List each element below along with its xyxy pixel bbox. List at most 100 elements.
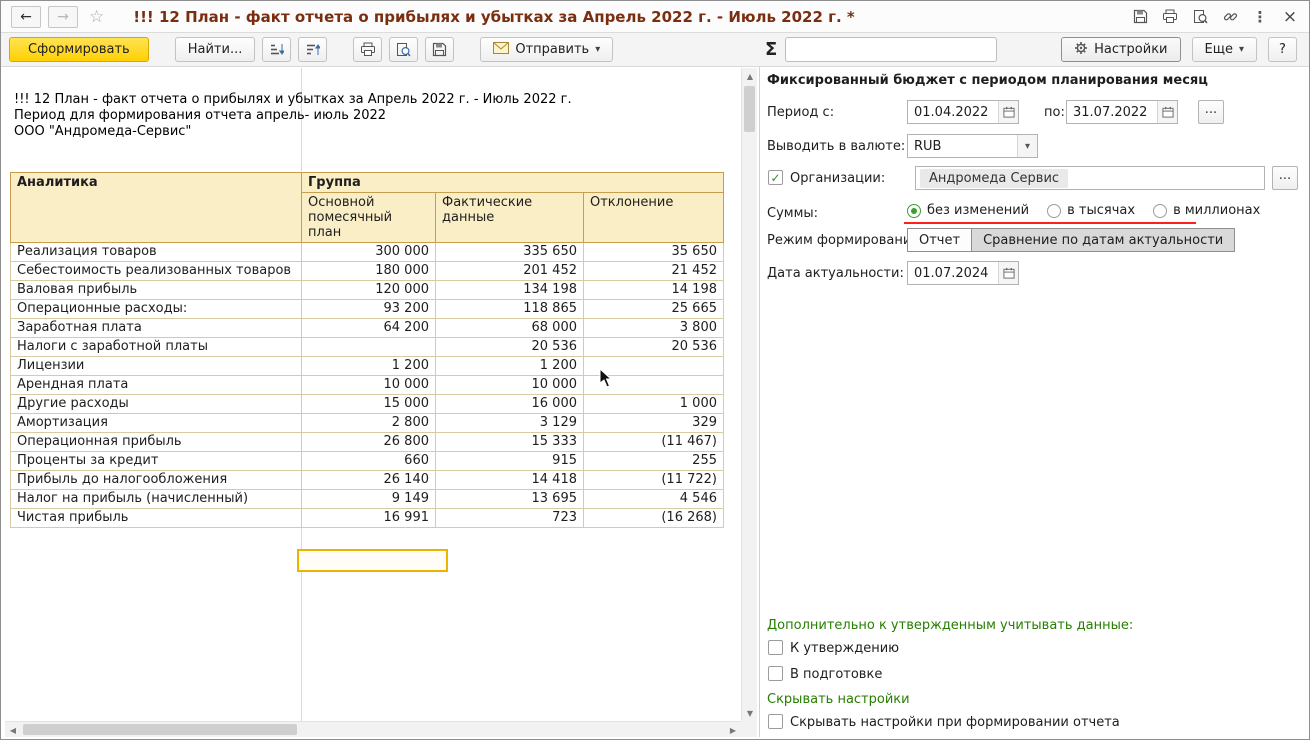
table-row[interactable]: Себестоимость реализованных товаров180 0… bbox=[11, 262, 724, 281]
help-button[interactable]: ? bbox=[1268, 37, 1297, 62]
cell-fact[interactable]: 20 536 bbox=[436, 338, 584, 357]
period-more-button[interactable]: ... bbox=[1198, 100, 1224, 124]
scroll-left-icon[interactable]: ◀ bbox=[5, 722, 21, 738]
organizations-checkbox[interactable] bbox=[768, 170, 783, 185]
approve-checkbox[interactable] bbox=[768, 640, 783, 655]
cell-fact[interactable]: 201 452 bbox=[436, 262, 584, 281]
generate-button[interactable]: Сформировать bbox=[9, 37, 149, 62]
radio-millions-label[interactable]: в миллионах bbox=[1173, 203, 1260, 218]
print-button[interactable] bbox=[353, 37, 382, 62]
cell-analytics[interactable]: Налог на прибыль (начисленный) bbox=[11, 490, 302, 509]
cell-fact[interactable]: 134 198 bbox=[436, 281, 584, 300]
radio-millions[interactable] bbox=[1153, 204, 1167, 218]
cell-fact[interactable]: 915 bbox=[436, 452, 584, 471]
header-analytics[interactable]: Аналитика bbox=[11, 173, 302, 243]
table-row[interactable]: Заработная плата64 20068 0003 800 bbox=[11, 319, 724, 338]
cell-analytics[interactable]: Операционные расходы: bbox=[11, 300, 302, 319]
cell-deviation[interactable]: 25 665 bbox=[584, 300, 724, 319]
table-row[interactable]: Проценты за кредит660915255 bbox=[11, 452, 724, 471]
hide-settings-label[interactable]: Скрывать настройки при формировании отче… bbox=[790, 715, 1120, 730]
cell-analytics[interactable]: Реализация товаров bbox=[11, 243, 302, 262]
actual-date-field[interactable]: 01.07.2024 bbox=[907, 261, 1019, 285]
radio-no-change[interactable] bbox=[907, 204, 921, 218]
cell-plan[interactable]: 180 000 bbox=[302, 262, 436, 281]
header-group[interactable]: Группа bbox=[302, 173, 724, 193]
cell-fact[interactable]: 118 865 bbox=[436, 300, 584, 319]
radio-thousands-label[interactable]: в тысячах bbox=[1067, 203, 1135, 218]
cell-deviation[interactable]: 35 650 bbox=[584, 243, 724, 262]
header-fact[interactable]: Фактические данные bbox=[436, 193, 584, 243]
approve-label[interactable]: К утверждению bbox=[790, 641, 899, 656]
header-plan[interactable]: Основной помесячный план bbox=[302, 193, 436, 243]
cell-analytics[interactable]: Заработная плата bbox=[11, 319, 302, 338]
cell-fact[interactable]: 16 000 bbox=[436, 395, 584, 414]
print-icon[interactable] bbox=[1161, 8, 1179, 26]
preview-icon[interactable] bbox=[1191, 8, 1209, 26]
cell-analytics[interactable]: Арендная плата bbox=[11, 376, 302, 395]
horizontal-scroll-thumb[interactable] bbox=[23, 724, 297, 735]
settings-button[interactable]: Настройки bbox=[1061, 37, 1180, 62]
cell-plan[interactable] bbox=[302, 338, 436, 357]
period-to-field[interactable]: 31.07.2022 bbox=[1066, 100, 1178, 124]
favorite-star-icon[interactable]: ☆ bbox=[89, 7, 104, 27]
cell-analytics[interactable]: Валовая прибыль bbox=[11, 281, 302, 300]
cell-plan[interactable]: 26 140 bbox=[302, 471, 436, 490]
spreadsheet-area[interactable]: !!! 12 План - факт отчета о прибылях и у… bbox=[5, 68, 741, 721]
cell-plan[interactable]: 120 000 bbox=[302, 281, 436, 300]
table-row[interactable]: Операционная прибыль26 80015 333(11 467) bbox=[11, 433, 724, 452]
calendar-icon[interactable] bbox=[1157, 101, 1177, 123]
cell-analytics[interactable]: Прибыль до налогообложения bbox=[11, 471, 302, 490]
table-row[interactable]: Другие расходы15 00016 0001 000 bbox=[11, 395, 724, 414]
cell-fact[interactable]: 335 650 bbox=[436, 243, 584, 262]
cell-deviation[interactable]: 3 800 bbox=[584, 319, 724, 338]
table-row[interactable]: Прибыль до налогообложения26 14014 418(1… bbox=[11, 471, 724, 490]
cell-plan[interactable]: 660 bbox=[302, 452, 436, 471]
send-button[interactable]: Отправить ▾ bbox=[480, 37, 613, 62]
print-preview-button[interactable] bbox=[389, 37, 418, 62]
save-icon[interactable] bbox=[1131, 8, 1149, 26]
organizations-field[interactable]: Андромеда Сервис bbox=[915, 166, 1265, 190]
back-button[interactable]: ← bbox=[11, 6, 41, 28]
cell-deviation[interactable]: 14 198 bbox=[584, 281, 724, 300]
cell-deviation[interactable]: 1 000 bbox=[584, 395, 724, 414]
save-file-button[interactable] bbox=[425, 37, 454, 62]
draft-checkbox[interactable] bbox=[768, 666, 783, 681]
cell-analytics[interactable]: Лицензии bbox=[11, 357, 302, 376]
cell-plan[interactable]: 93 200 bbox=[302, 300, 436, 319]
cell-deviation[interactable]: 4 546 bbox=[584, 490, 724, 509]
vertical-scroll-thumb[interactable] bbox=[744, 86, 755, 132]
cell-plan[interactable]: 1 200 bbox=[302, 357, 436, 376]
cell-plan[interactable]: 300 000 bbox=[302, 243, 436, 262]
cell-plan[interactable]: 26 800 bbox=[302, 433, 436, 452]
cell-fact[interactable]: 14 418 bbox=[436, 471, 584, 490]
more-button[interactable]: Еще ▾ bbox=[1192, 37, 1258, 62]
cell-plan[interactable]: 64 200 bbox=[302, 319, 436, 338]
link-icon[interactable] bbox=[1221, 8, 1239, 26]
cell-fact[interactable]: 723 bbox=[436, 509, 584, 528]
table-row[interactable]: Чистая прибыль16 991723(16 268) bbox=[11, 509, 724, 528]
hide-settings-checkbox[interactable] bbox=[768, 714, 783, 729]
cell-fact[interactable]: 3 129 bbox=[436, 414, 584, 433]
cell-fact[interactable]: 10 000 bbox=[436, 376, 584, 395]
radio-thousands[interactable] bbox=[1047, 204, 1061, 218]
cell-deviation[interactable]: 329 bbox=[584, 414, 724, 433]
hide-settings-link[interactable]: Скрывать настройки bbox=[767, 692, 910, 707]
table-row[interactable]: Реализация товаров300 000335 65035 650 bbox=[11, 243, 724, 262]
organizations-more-button[interactable]: ... bbox=[1272, 166, 1298, 190]
radio-no-change-label[interactable]: без изменений bbox=[927, 203, 1029, 218]
cell-plan[interactable]: 2 800 bbox=[302, 414, 436, 433]
extra-data-title[interactable]: Дополнительно к утвержденным учитывать д… bbox=[767, 618, 1133, 633]
cell-analytics[interactable]: Налоги с заработной платы bbox=[11, 338, 302, 357]
cell-analytics[interactable]: Другие расходы bbox=[11, 395, 302, 414]
organization-tag[interactable]: Андромеда Сервис bbox=[920, 169, 1068, 188]
kebab-menu-icon[interactable]: ⋮ bbox=[1251, 8, 1269, 26]
cell-deviation[interactable]: 255 bbox=[584, 452, 724, 471]
horizontal-scrollbar[interactable]: ◀ ▶ bbox=[5, 721, 741, 737]
cell-plan[interactable]: 15 000 bbox=[302, 395, 436, 414]
find-button[interactable]: Найти... bbox=[175, 37, 256, 62]
table-row[interactable]: Арендная плата10 00010 000 bbox=[11, 376, 724, 395]
scroll-right-icon[interactable]: ▶ bbox=[725, 722, 741, 738]
cell-analytics[interactable]: Амортизация bbox=[11, 414, 302, 433]
cell-plan[interactable]: 16 991 bbox=[302, 509, 436, 528]
sum-field[interactable] bbox=[785, 37, 997, 62]
